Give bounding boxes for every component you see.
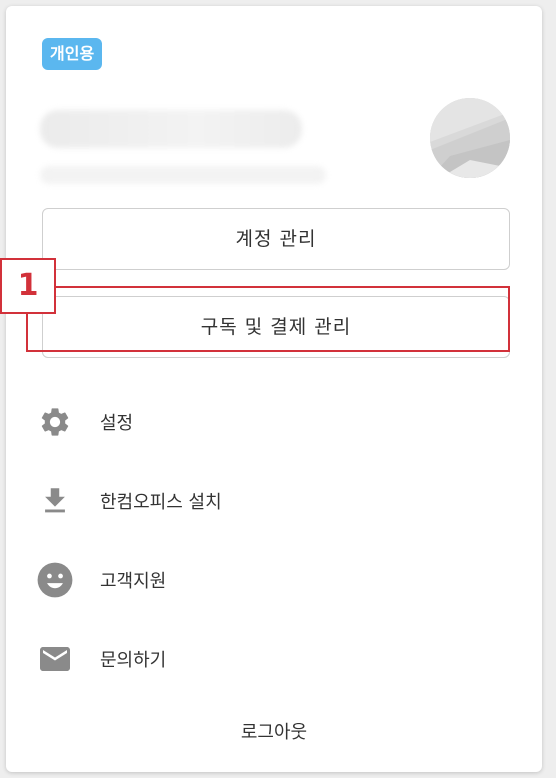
download-icon — [34, 480, 76, 522]
menu-item-install-office[interactable]: 한컴오피스 설치 — [34, 473, 514, 529]
avatar[interactable] — [430, 98, 510, 178]
avatar-image — [430, 98, 510, 178]
manage-subscription-button[interactable]: 구독 및 결제 관리 — [42, 296, 510, 358]
annotation-marker: 1 — [0, 258, 56, 314]
menu-item-label: 문의하기 — [100, 650, 167, 671]
account-subtext-redacted — [40, 166, 326, 184]
menu-item-customer-support[interactable]: 고객지원 — [34, 552, 514, 608]
menu-item-settings[interactable]: 설정 — [34, 394, 514, 450]
menu-item-label: 설정 — [100, 413, 134, 434]
logout-link[interactable]: 로그아웃 — [6, 718, 542, 744]
menu-item-contact[interactable]: 문의하기 — [34, 631, 514, 687]
manage-account-button[interactable]: 계정 관리 — [42, 208, 510, 270]
menu-item-label: 고객지원 — [100, 571, 167, 592]
smiley-icon — [34, 559, 76, 601]
account-email-redacted — [40, 110, 302, 148]
gear-icon — [34, 401, 76, 443]
account-menu-panel: 개인용 계정 관리 구독 및 결제 관리 설정 한컴오피스 설치 고객지원 문의… — [6, 6, 542, 772]
account-type-badge: 개인용 — [42, 38, 103, 70]
mail-icon — [34, 638, 76, 680]
menu-item-label: 한컴오피스 설치 — [100, 492, 222, 513]
